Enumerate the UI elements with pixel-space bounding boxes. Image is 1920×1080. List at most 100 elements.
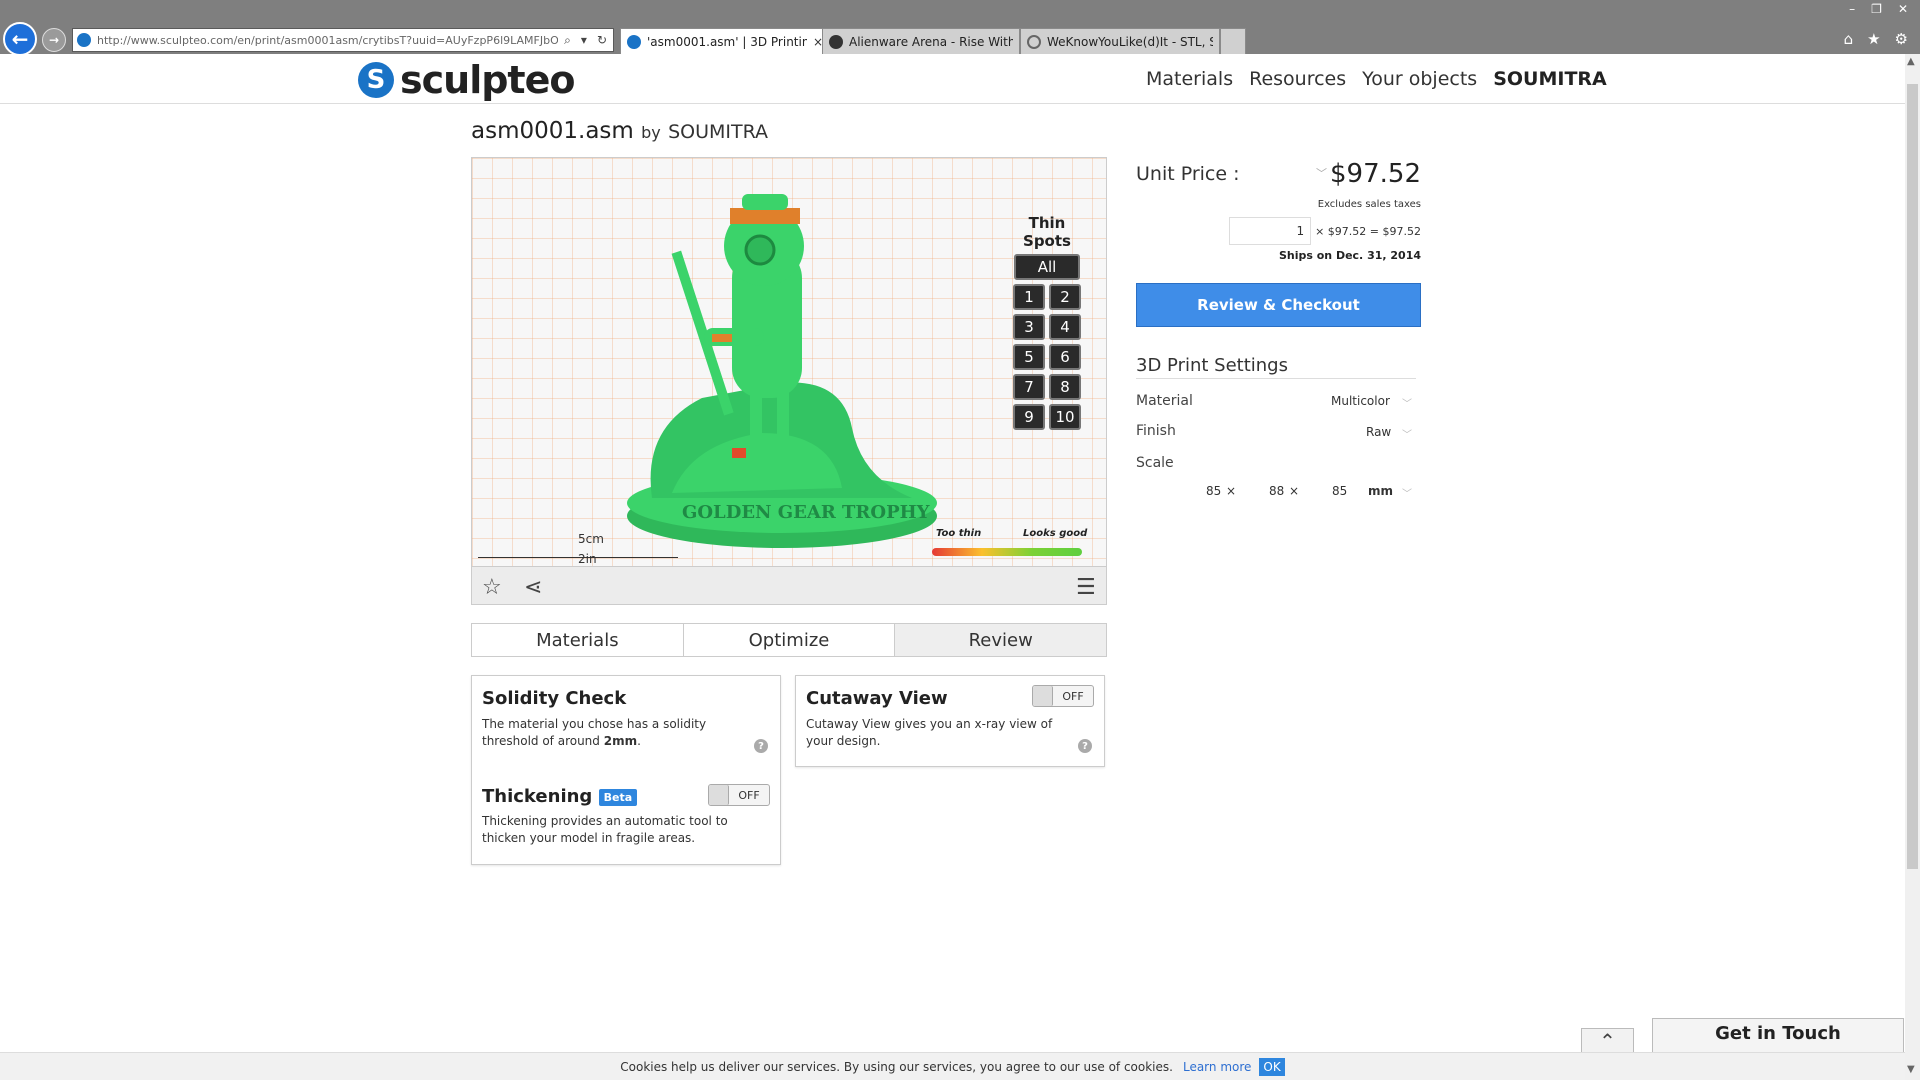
minimize-icon[interactable]: – [1849,2,1855,16]
tab-materials[interactable]: Materials [472,624,684,656]
by-label: by [641,123,661,142]
thin-spot-button[interactable]: 6 [1049,344,1081,370]
new-tab-button[interactable] [1220,28,1246,54]
favorites-star-icon[interactable]: ★ [1867,30,1880,48]
page-scrollbar[interactable]: ▲ ▼ [1905,54,1920,1080]
thickening-label: Thickening [482,786,593,807]
quantity-input[interactable]: 1 [1229,217,1312,245]
legend-looks-good: Looks good [1023,528,1088,539]
chevron-down-icon[interactable]: ﹀ [1402,426,1412,441]
nav-your-objects[interactable]: Your objects [1362,68,1477,90]
user-menu[interactable]: SOUMITRA [1493,68,1607,90]
price-formula: × $97.52 = $97.52 [1315,224,1421,238]
thin-spot-button[interactable]: 2 [1049,284,1081,310]
solidity-title: Solidity Check [482,688,627,709]
nav-materials[interactable]: Materials [1146,68,1233,90]
scale-x-input[interactable]: 85 [1206,484,1221,498]
legend-too-thin: Too thin [936,528,982,539]
logo-mark-icon: S [358,62,394,98]
loading-icon [1027,34,1041,49]
scroll-thumb[interactable] [1907,84,1918,869]
thin-spot-button[interactable]: 10 [1049,404,1081,430]
close-window-icon[interactable]: ✕ [1898,2,1908,16]
model-tabs: Materials Optimize Review [471,623,1107,657]
refresh-icon[interactable]: ↻ [597,33,607,48]
home-icon[interactable]: ⌂ [1844,30,1854,48]
solidity-card: Solidity Check The material you chose ha… [471,675,781,865]
site-header: S sculpteo Materials Resources Your obje… [0,54,1905,104]
cutaway-toggle[interactable]: OFF [1032,685,1094,707]
thin-spot-button[interactable]: 9 [1013,404,1045,430]
chevron-down-icon[interactable]: ﹀ [1402,485,1412,500]
beta-badge: Beta [598,788,638,806]
sculpteo-logo[interactable]: S sculpteo [358,58,575,102]
scale-unit[interactable]: mm [1368,484,1393,498]
gear-icon[interactable]: ⚙ [1895,30,1908,48]
learn-more-link[interactable]: Learn more [1183,1060,1251,1074]
thin-spot-button[interactable]: 5 [1013,344,1045,370]
unit-price-value: $97.52 [1330,159,1421,189]
chevron-down-icon[interactable]: ﹀ [1316,165,1327,181]
cutaway-card: Cutaway View OFF Cutaway View gives you … [795,675,1105,767]
scale-y-input[interactable]: 88 [1269,484,1284,498]
tab-weknowyoulike[interactable]: WeKnowYouLike(d)It - STL, ST... [1020,28,1220,54]
solidity-text: The material you chose has a solidity th… [482,716,762,750]
thin-spot-button[interactable]: 7 [1013,374,1045,400]
scroll-up-icon[interactable]: ▲ [1907,56,1915,67]
restore-icon[interactable]: ❐ [1871,2,1882,16]
address-url[interactable]: http://www.sculpteo.com/en/print/asm0001… [97,34,558,47]
object-name: asm0001.asm [471,118,634,144]
thin-spot-button[interactable]: 3 [1013,314,1045,340]
tab-label: WeKnowYouLike(d)It - STL, ST... [1047,34,1213,49]
thin-spot-button[interactable]: 4 [1049,314,1081,340]
model-inscription: GOLDEN GEAR TROPHY [682,502,931,523]
solidity-threshold: 2mm [603,734,638,748]
toggle-knob [709,785,729,805]
object-owner[interactable]: SOUMITRA [668,121,768,143]
scale-bar: 5cm 2in [478,532,678,566]
tab-label: Alienware Arena - Rise With Us [849,34,1013,49]
tab-optimize[interactable]: Optimize [683,624,896,656]
share-icon[interactable]: ⋖ [524,575,542,600]
thin-spot-all-button[interactable]: All [1014,254,1080,280]
trophy-model[interactable]: GOLDEN GEAR TROPHY [612,178,952,558]
scroll-down-icon[interactable]: ▼ [1907,1064,1915,1075]
thin-spot-button[interactable]: 1 [1013,284,1045,310]
address-bar[interactable]: http://www.sculpteo.com/en/print/asm0001… [72,28,614,52]
cookie-banner: Cookies help us deliver our services. By… [0,1052,1905,1080]
thin-spot-button[interactable]: 8 [1049,374,1081,400]
scale-in-label: 2in [578,552,597,566]
solidity-period: . [637,734,641,748]
finish-value[interactable]: Raw [1366,425,1391,439]
material-value[interactable]: Multicolor [1331,394,1390,408]
model-viewer[interactable]: GOLDEN GEAR TROPHY Thin Spots All 1 2 3 … [471,157,1107,605]
thickening-title: Thickening Beta [482,786,638,807]
tab-alienware[interactable]: Alienware Arena - Rise With Us [822,28,1020,54]
nav-resources[interactable]: Resources [1249,68,1346,90]
toggle-state: OFF [1062,689,1084,703]
tab-sculpteo[interactable]: 'asm0001.asm' | 3D Printing... × [620,28,830,54]
forward-arrow-icon[interactable]: → [42,28,66,52]
thickening-toggle[interactable]: OFF [708,784,770,806]
viewer-toolbar: ☆ ⋖ ☰ [472,566,1106,604]
favorite-star-icon[interactable]: ☆ [482,575,502,600]
scale-label: Scale [1136,455,1174,471]
times-sign: × [1289,484,1300,498]
search-icon[interactable]: ⌕ [564,33,571,48]
scale-z-input[interactable]: 85 [1332,484,1347,498]
review-checkout-button[interactable]: Review & Checkout [1136,283,1421,327]
dropdown-chevron-icon[interactable]: ▾ [581,33,587,48]
cookie-ok-button[interactable]: OK [1259,1057,1285,1076]
toggle-state: OFF [738,788,760,802]
back-arrow-icon[interactable]: ← [3,22,37,56]
chevron-down-icon[interactable]: ﹀ [1402,395,1412,410]
scale-cm-label: 5cm [578,532,604,546]
thin-spots-title: Thin Spots [1023,214,1071,250]
help-icon[interactable]: ? [754,739,768,753]
help-icon[interactable]: ? [1078,739,1092,753]
settings-sliders-icon[interactable]: ☰ [1076,575,1096,600]
finish-label: Finish [1136,423,1176,439]
tab-review[interactable]: Review [895,624,1107,656]
quantity-row: 1 × $97.52 = $97.52 [1229,217,1421,245]
solidity-description: The material you chose has a solidity th… [482,717,707,748]
